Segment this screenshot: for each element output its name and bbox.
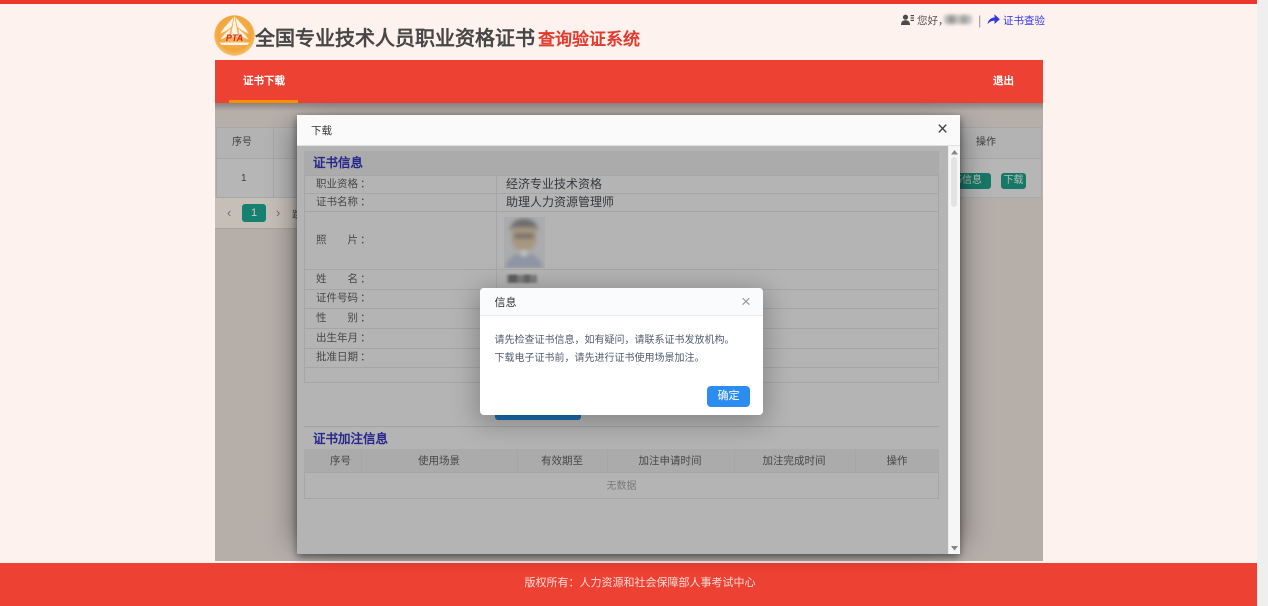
svg-text:PTA: PTA [226, 33, 243, 43]
